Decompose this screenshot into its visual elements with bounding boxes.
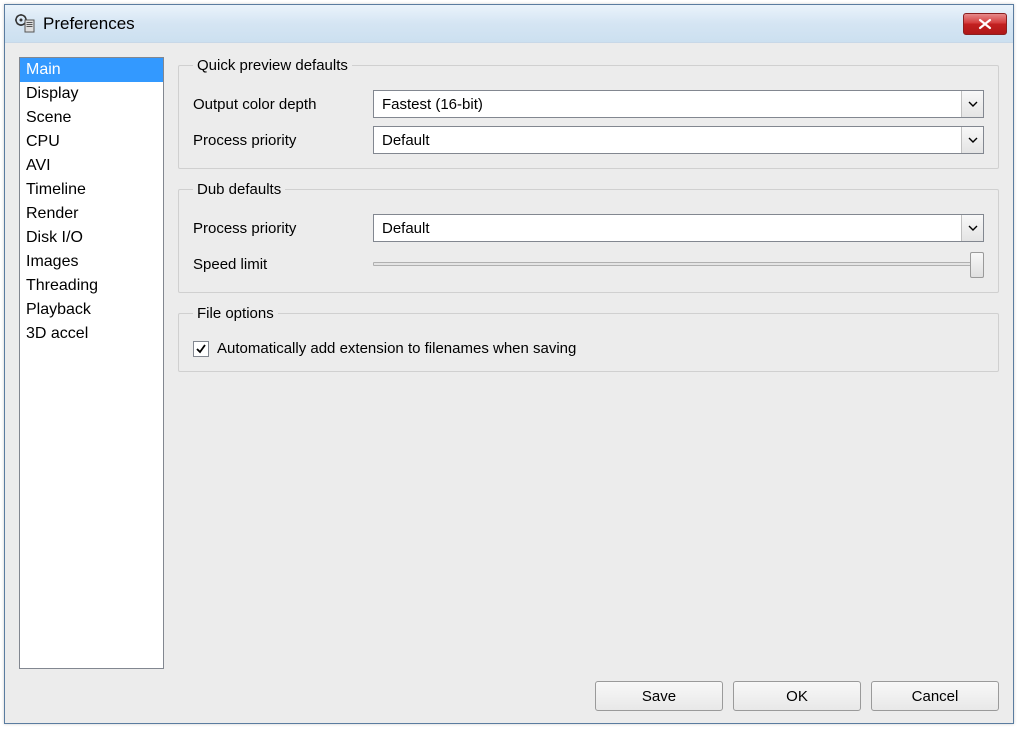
sidebar-item-label: Render <box>26 205 78 222</box>
dialog-buttons: Save OK Cancel <box>19 681 999 711</box>
group-legend: Quick preview defaults <box>193 57 352 74</box>
checkbox-auto-extension[interactable] <box>193 341 209 357</box>
sidebar-item-label: Threading <box>26 277 98 294</box>
preferences-window: Preferences Main Display Scene CPU AVI T… <box>4 4 1014 724</box>
sidebar-item-render[interactable]: Render <box>20 202 163 226</box>
slider-track <box>373 262 980 266</box>
sidebar-item-label: 3D accel <box>26 325 88 342</box>
close-icon <box>978 18 992 30</box>
sidebar-item-images[interactable]: Images <box>20 250 163 274</box>
slider-thumb[interactable] <box>970 252 984 278</box>
category-list[interactable]: Main Display Scene CPU AVI Timeline Rend… <box>19 57 164 669</box>
sidebar-item-label: Main <box>26 61 61 78</box>
save-button[interactable]: Save <box>595 681 723 711</box>
combo-dub-process-priority[interactable]: Default <box>373 214 984 242</box>
label-dub-process-priority: Process priority <box>193 220 373 237</box>
ok-button[interactable]: OK <box>733 681 861 711</box>
label-output-color-depth: Output color depth <box>193 96 373 113</box>
button-label: OK <box>786 688 808 705</box>
combo-qp-process-priority[interactable]: Default <box>373 126 984 154</box>
row-dub-process-priority: Process priority Default <box>193 214 984 242</box>
group-quick-preview: Quick preview defaults Output color dept… <box>178 57 999 169</box>
slider-speed-limit[interactable] <box>373 250 984 278</box>
window-title: Preferences <box>43 14 963 34</box>
sidebar-item-disk-io[interactable]: Disk I/O <box>20 226 163 250</box>
group-legend: File options <box>193 305 278 322</box>
sidebar-item-label: Display <box>26 85 78 102</box>
chevron-down-icon <box>961 215 983 241</box>
titlebar: Preferences <box>5 5 1013 43</box>
sidebar-item-label: Disk I/O <box>26 229 83 246</box>
button-label: Save <box>642 688 676 705</box>
close-button[interactable] <box>963 13 1007 35</box>
chevron-down-icon <box>961 127 983 153</box>
check-icon <box>195 343 207 355</box>
row-qp-process-priority: Process priority Default <box>193 126 984 154</box>
sidebar-item-threading[interactable]: Threading <box>20 274 163 298</box>
sidebar-item-label: Images <box>26 253 78 270</box>
combo-value: Default <box>374 132 961 149</box>
sidebar-item-label: Playback <box>26 301 91 318</box>
sidebar-item-main[interactable]: Main <box>20 58 163 82</box>
main-layout: Main Display Scene CPU AVI Timeline Rend… <box>19 57 999 669</box>
sidebar-item-label: Timeline <box>26 181 86 198</box>
sidebar-item-display[interactable]: Display <box>20 82 163 106</box>
sidebar-item-playback[interactable]: Playback <box>20 298 163 322</box>
sidebar-item-label: Scene <box>26 109 71 126</box>
label-speed-limit: Speed limit <box>193 256 373 273</box>
row-speed-limit: Speed limit <box>193 250 984 278</box>
sidebar-item-cpu[interactable]: CPU <box>20 130 163 154</box>
label-auto-extension: Automatically add extension to filenames… <box>217 340 576 357</box>
dialog-body: Main Display Scene CPU AVI Timeline Rend… <box>5 43 1013 723</box>
row-output-color-depth: Output color depth Fastest (16-bit) <box>193 90 984 118</box>
button-label: Cancel <box>912 688 959 705</box>
sidebar-item-label: AVI <box>26 157 51 174</box>
row-auto-extension: Automatically add extension to filenames… <box>193 340 984 357</box>
group-file-options: File options Automatically add extension… <box>178 305 999 372</box>
sidebar-item-timeline[interactable]: Timeline <box>20 178 163 202</box>
combo-value: Fastest (16-bit) <box>374 96 961 113</box>
app-icon <box>15 14 35 34</box>
combo-value: Default <box>374 220 961 237</box>
sidebar-item-avi[interactable]: AVI <box>20 154 163 178</box>
sidebar-item-label: CPU <box>26 133 60 150</box>
sidebar-item-3d-accel[interactable]: 3D accel <box>20 322 163 346</box>
combo-output-color-depth[interactable]: Fastest (16-bit) <box>373 90 984 118</box>
sidebar-item-scene[interactable]: Scene <box>20 106 163 130</box>
cancel-button[interactable]: Cancel <box>871 681 999 711</box>
group-dub-defaults: Dub defaults Process priority Default Sp… <box>178 181 999 293</box>
group-legend: Dub defaults <box>193 181 285 198</box>
chevron-down-icon <box>961 91 983 117</box>
label-qp-process-priority: Process priority <box>193 132 373 149</box>
content-panel: Quick preview defaults Output color dept… <box>178 57 999 669</box>
